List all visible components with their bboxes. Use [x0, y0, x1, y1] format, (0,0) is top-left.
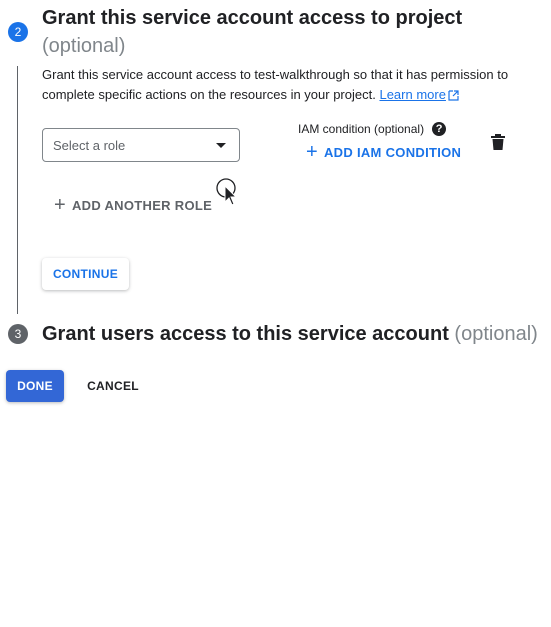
- step-3-optional-label: (optional): [454, 323, 538, 345]
- add-another-role-label: ADD ANOTHER ROLE: [71, 197, 213, 213]
- add-another-role-button[interactable]: + ADD ANOTHER ROLE: [54, 194, 213, 216]
- learn-more-text[interactable]: Learn more: [379, 87, 445, 102]
- step-2-description: Grant this service account access to tes…: [42, 65, 522, 105]
- help-icon[interactable]: ?: [432, 122, 447, 136]
- learn-more-link[interactable]: Learn more: [379, 87, 459, 102]
- step-3-number: 3: [14, 327, 22, 341]
- plus-icon: +: [54, 194, 66, 216]
- step-2-title-text: Grant this service account access to pro…: [42, 7, 463, 29]
- step-2-title: Grant this service account access to pro…: [42, 4, 522, 60]
- step-3-indicator: 3: [8, 324, 28, 344]
- continue-button[interactable]: CONTINUE: [42, 258, 129, 290]
- step-2-indicator: 2: [8, 22, 28, 42]
- step-2-number: 2: [14, 25, 22, 39]
- delete-icon[interactable]: [491, 134, 505, 150]
- add-iam-condition-button[interactable]: + ADD IAM CONDITION: [306, 141, 462, 163]
- step-connector-line: [17, 66, 18, 314]
- cancel-button[interactable]: CANCEL: [80, 370, 146, 402]
- dropdown-arrow-icon: [216, 143, 226, 148]
- done-button[interactable]: DONE: [6, 370, 64, 402]
- plus-icon: +: [306, 141, 318, 163]
- add-iam-condition-label: ADD IAM CONDITION: [323, 144, 462, 160]
- step-2-optional-label: (optional): [42, 35, 126, 57]
- iam-condition-label-text: IAM condition (optional): [298, 122, 425, 136]
- mouse-cursor-icon: [216, 178, 238, 206]
- step-3-title-text: Grant users access to this service accou…: [42, 323, 449, 345]
- external-link-icon: [448, 90, 459, 101]
- role-select-placeholder: Select a role: [53, 137, 126, 153]
- iam-condition-label: IAM condition (optional) ?: [298, 122, 447, 136]
- step-3-title[interactable]: Grant users access to this service accou…: [42, 320, 538, 348]
- role-select[interactable]: Select a role: [42, 128, 240, 162]
